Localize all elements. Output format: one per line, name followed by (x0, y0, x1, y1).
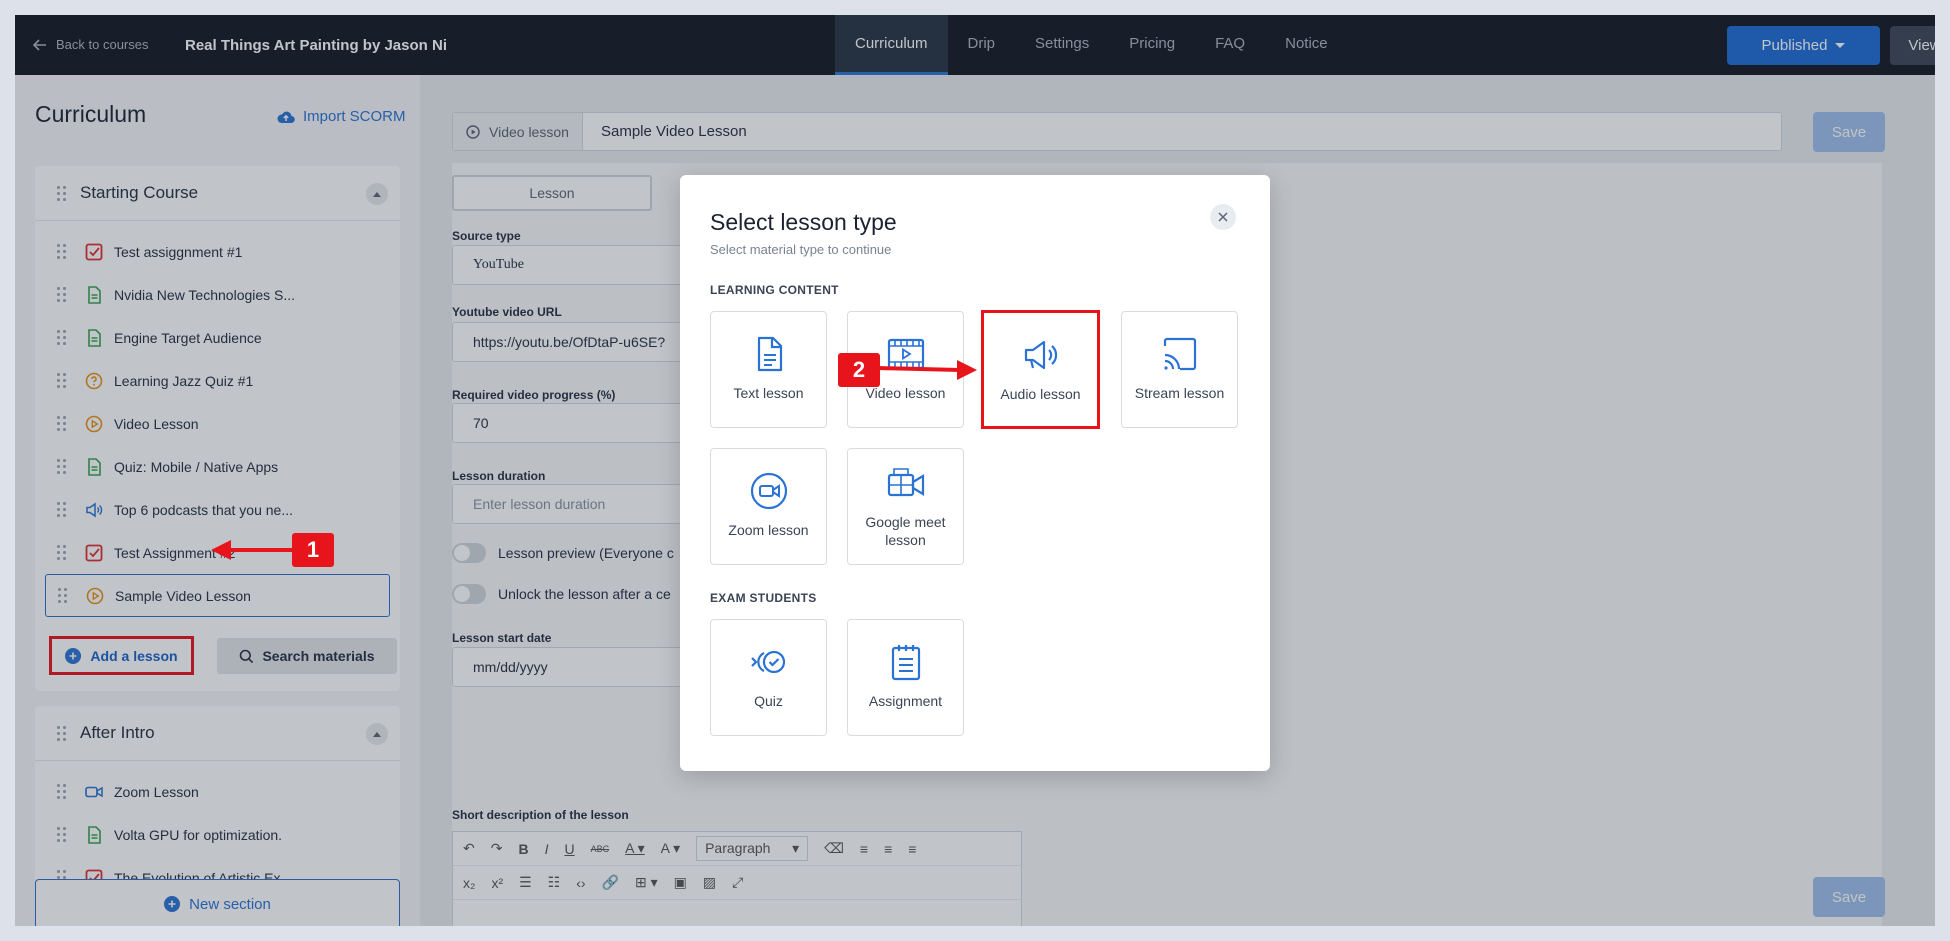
card-label: Zoom lesson (728, 522, 809, 538)
app-window: Back to courses Real Things Art Painting… (15, 15, 1935, 926)
card-label: Quiz (754, 693, 783, 709)
assignment-card[interactable]: Assignment (847, 619, 964, 736)
card-label: Text lesson (733, 385, 804, 401)
close-icon (1218, 212, 1228, 222)
close-modal-button[interactable] (1210, 204, 1236, 230)
audio-lesson-card[interactable]: Audio lesson (981, 310, 1100, 429)
google-meet-icon (887, 468, 924, 497)
modal-subtitle: Select material type to continue (710, 242, 892, 257)
card-label: Google meet lesson (865, 514, 946, 548)
learning-content-heading: LEARNING CONTENT (710, 283, 839, 297)
quiz-card[interactable]: Quiz (710, 619, 827, 736)
card-label: Stream lesson (1134, 385, 1225, 401)
text-lesson-icon (757, 336, 782, 372)
assignment-icon (891, 645, 920, 681)
modal-title: Select lesson type (710, 209, 897, 235)
video-lesson-icon (887, 338, 924, 370)
quiz-icon (750, 650, 785, 674)
select-lesson-type-modal: Select lesson type Select material type … (680, 175, 1270, 771)
stream-lesson-card[interactable]: Stream lesson (1121, 311, 1238, 428)
exam-students-heading: EXAM STUDENTS (710, 591, 817, 605)
card-label: Assignment (868, 693, 943, 709)
zoom-lesson-card[interactable]: Zoom lesson (710, 448, 827, 565)
step-badge-2: 2 (838, 353, 880, 387)
card-label: Audio lesson (1000, 386, 1081, 402)
step-badge-1: 1 (292, 533, 334, 567)
text-lesson-card[interactable]: Text lesson (710, 311, 827, 428)
zoom-icon (750, 472, 787, 510)
google-meet-lesson-card[interactable]: Google meet lesson (847, 448, 964, 565)
audio-lesson-icon (1024, 340, 1057, 370)
stream-lesson-icon (1163, 337, 1196, 371)
